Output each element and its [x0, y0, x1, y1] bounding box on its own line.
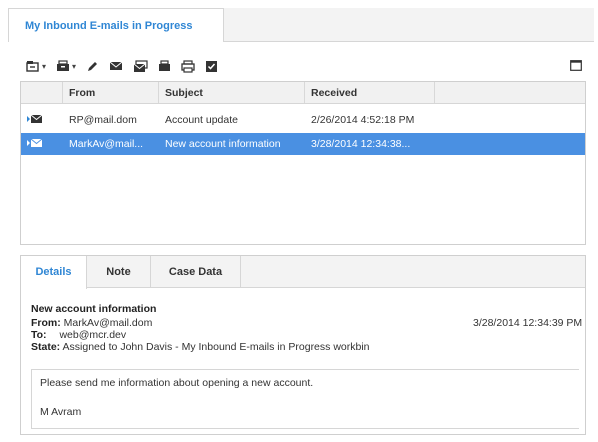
workbin-tray-button[interactable]	[158, 60, 171, 72]
chevron-down-icon: ▾	[42, 61, 47, 71]
edit-button[interactable]	[86, 60, 99, 73]
reply-all-button[interactable]	[133, 59, 148, 73]
details-tab-strip: Details Note Case Data	[21, 256, 585, 289]
grid-header: From Subject Received	[21, 82, 585, 104]
row-received: 2/26/2014 4:52:18 PM	[311, 114, 415, 126]
print-icon	[181, 59, 195, 73]
table-row[interactable]: RP@mail.dom Account update 2/26/2014 4:5…	[21, 109, 435, 131]
to-label: To:	[31, 329, 47, 341]
tab-details[interactable]: Details	[21, 256, 87, 289]
workbin-button[interactable]: ▾	[56, 60, 76, 72]
state-line: State: Assigned to John Davis - My Inbou…	[31, 341, 370, 353]
reply-email-icon	[109, 60, 123, 72]
state-value: Assigned to John Davis - My Inbound E-ma…	[62, 341, 370, 353]
reply-all-email-icon	[133, 59, 148, 73]
column-header-type[interactable]	[21, 82, 63, 103]
row-subject: Account update	[165, 114, 238, 126]
body-line: M Avram	[40, 406, 82, 418]
maximize-button[interactable]	[570, 58, 582, 76]
print-button[interactable]	[181, 59, 195, 73]
from-line: From: MarkAv@mail.dom	[31, 317, 152, 329]
tab-my-inbound-emails[interactable]: My Inbound E-mails in Progress	[8, 8, 224, 43]
to-value: web@mcr.dev	[59, 329, 127, 341]
inbound-email-icon	[27, 138, 43, 151]
column-header-received[interactable]: Received	[305, 82, 435, 103]
details-panel: Details Note Case Data New account infor…	[20, 255, 586, 435]
body-line: Please send me information about opening…	[40, 377, 314, 389]
mark-done-button[interactable]	[205, 60, 218, 73]
maximize-icon	[570, 58, 582, 75]
mark-done-icon	[205, 60, 218, 73]
move-to-workbin-icon	[26, 60, 40, 72]
tab-note[interactable]: Note	[87, 256, 151, 288]
table-row-selected[interactable]: MarkAv@mail... New account information 3…	[21, 133, 585, 155]
email-grid: From Subject Received RP@mail.dom Accoun…	[20, 81, 586, 245]
email-subject: New account information	[31, 303, 157, 315]
tab-case-data[interactable]: Case Data	[151, 256, 241, 288]
column-header-subject[interactable]: Subject	[159, 82, 305, 103]
reply-button[interactable]	[109, 60, 123, 72]
state-label: State:	[31, 341, 61, 353]
edit-pencil-icon	[86, 60, 99, 73]
toolbar: ▾ ▾	[26, 56, 228, 76]
email-body[interactable]: Please send me information about opening…	[31, 369, 579, 429]
received-date: 3/28/2014 12:34:39 PM	[473, 317, 583, 329]
from-label: From:	[31, 317, 61, 329]
row-from: RP@mail.dom	[69, 114, 137, 126]
inbound-email-icon	[27, 114, 43, 127]
workbin-tray-icon	[158, 60, 171, 72]
move-to-workbin-button[interactable]: ▾	[26, 60, 46, 72]
row-from: MarkAv@mail...	[69, 138, 144, 150]
tab-label: My Inbound E-mails in Progress	[25, 20, 193, 32]
to-line: To: web@mcr.dev	[31, 329, 126, 341]
from-value: MarkAv@mail.dom	[63, 317, 153, 329]
workbin-icon	[56, 60, 70, 72]
chevron-down-icon: ▾	[72, 61, 77, 71]
column-header-from[interactable]: From	[63, 82, 159, 103]
row-received: 3/28/2014 12:34:38...	[311, 138, 411, 150]
row-subject: New account information	[165, 138, 281, 150]
